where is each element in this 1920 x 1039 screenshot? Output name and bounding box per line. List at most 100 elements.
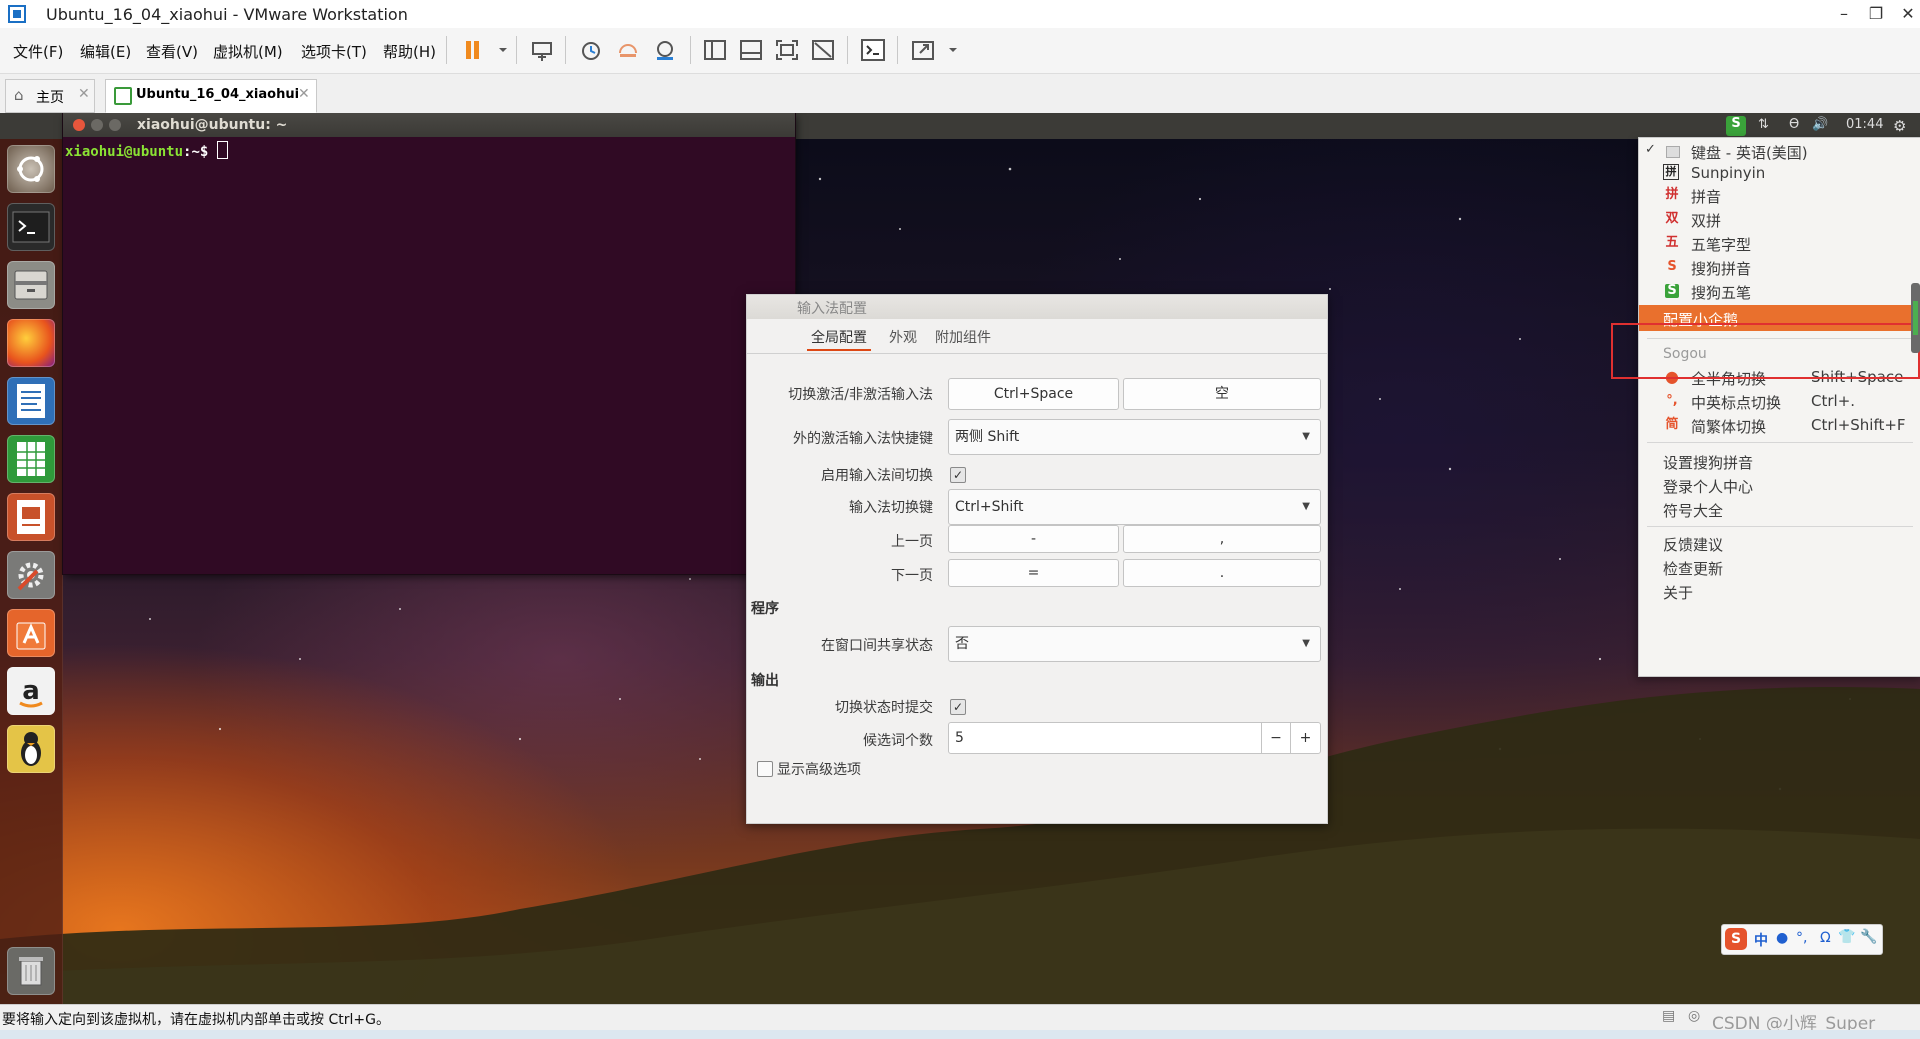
volume-icon[interactable]: 🔊 xyxy=(1812,117,1828,135)
tab-home[interactable]: ⌂ 主页 ✕ xyxy=(5,79,95,113)
menu-item-label: 关于 xyxy=(1663,584,1694,602)
show-advanced-checkbox[interactable] xyxy=(757,761,773,777)
gear-icon[interactable]: ⚙ xyxy=(1893,117,1906,135)
snapshot-manager-icon[interactable] xyxy=(652,37,678,63)
menu-edit[interactable]: 编辑(E) xyxy=(80,41,131,62)
sogou-tray-icon[interactable]: S xyxy=(1726,116,1746,136)
switch-key-select[interactable]: Ctrl+Shift ▼ xyxy=(948,489,1321,525)
menu-item-symbols[interactable]: 符号大全 xyxy=(1639,498,1920,522)
tab-vm[interactable]: Ubuntu_16_04_xiaohui ✕ xyxy=(105,79,317,113)
console-view-icon[interactable] xyxy=(860,37,886,63)
stepper-plus-button[interactable]: + xyxy=(1290,723,1320,753)
minimize-icon[interactable] xyxy=(91,119,103,131)
thumbnail-view-icon[interactable] xyxy=(738,37,764,63)
library-view-icon[interactable] xyxy=(702,37,728,63)
tab-addons[interactable]: 附加组件 xyxy=(935,327,991,347)
menu-item-login[interactable]: 登录个人中心 xyxy=(1639,474,1920,498)
commit-on-switch-checkbox[interactable]: ✓ xyxy=(950,699,966,715)
menu-tabs[interactable]: 选项卡(T) xyxy=(301,41,367,62)
menu-item-keyboard-en-us[interactable]: ✓ 键盘 - 英语(美国) xyxy=(1639,140,1920,164)
candidate-count-value[interactable]: 5 xyxy=(955,723,964,753)
menu-vm[interactable]: 虚拟机(M) xyxy=(213,41,283,62)
edge-handle[interactable] xyxy=(1911,283,1920,353)
system-settings-icon[interactable] xyxy=(7,551,55,599)
close-button[interactable]: ✕ xyxy=(1892,0,1920,28)
restore-button[interactable]: ❐ xyxy=(1860,0,1892,28)
chinese-mode-toggle[interactable]: 中 xyxy=(1754,930,1768,950)
next-page-key-1-button[interactable]: = xyxy=(948,559,1119,587)
minimize-button[interactable]: – xyxy=(1828,0,1860,28)
maximize-icon[interactable] xyxy=(109,119,121,131)
chevron-down-icon[interactable] xyxy=(490,37,507,63)
chevron-down-icon[interactable] xyxy=(940,37,957,63)
menu-item-sogou-pinyin[interactable]: S 搜狗拼音 xyxy=(1639,256,1920,280)
wrench-icon[interactable]: 🔧 xyxy=(1860,929,1877,945)
menu-item-check-update[interactable]: 检查更新 xyxy=(1639,556,1920,580)
menu-item-label: 检查更新 xyxy=(1663,560,1724,578)
close-icon[interactable]: ✕ xyxy=(78,86,90,102)
calc-app-icon[interactable] xyxy=(7,435,55,483)
tab-appearance[interactable]: 外观 xyxy=(889,327,917,347)
firefox-app-icon[interactable] xyxy=(7,319,55,367)
symbol-icon[interactable]: Ω xyxy=(1820,930,1831,946)
bluetooth-icon[interactable]: Ѳ xyxy=(1789,117,1799,135)
activate-key-2-button[interactable]: 空 xyxy=(1123,378,1321,410)
sogou-logo-icon[interactable]: S xyxy=(1725,928,1747,950)
clock[interactable]: 01:44 xyxy=(1846,117,1883,135)
trash-icon[interactable] xyxy=(7,947,55,995)
menu-item-feedback[interactable]: 反馈建议 xyxy=(1639,532,1920,556)
hdd-icon[interactable]: ▤ xyxy=(1662,1008,1675,1024)
dialog-titlebar[interactable]: 输入法配置 xyxy=(747,295,1327,319)
menu-item-sogou-wubi[interactable]: S 搜狗五笔 xyxy=(1639,280,1920,304)
next-page-key-2-button[interactable]: . xyxy=(1123,559,1321,587)
terminal-prompt-line[interactable]: xiaohui@ubuntu:~$ xyxy=(65,141,228,160)
terminal-titlebar[interactable]: xiaohui@ubuntu: ~ xyxy=(63,113,795,137)
menu-item-wubi[interactable]: 五 五笔字型 xyxy=(1639,232,1920,256)
skin-icon[interactable]: 👕 xyxy=(1838,929,1855,945)
stretch-guest-icon[interactable] xyxy=(910,37,936,63)
terminal-app-icon[interactable] xyxy=(7,203,55,251)
prev-page-key-2-button[interactable]: , xyxy=(1123,525,1321,553)
unity-mode-icon[interactable] xyxy=(810,37,836,63)
share-state-select[interactable]: 否 ▼ xyxy=(948,626,1321,662)
cd-icon[interactable]: ◎ xyxy=(1688,1008,1700,1024)
network-icon[interactable]: ⇅ xyxy=(1758,117,1769,135)
stepper-minus-button[interactable]: − xyxy=(1261,723,1290,753)
snapshot-icon[interactable] xyxy=(578,37,604,63)
candidate-count-stepper[interactable]: 5 − + xyxy=(948,722,1321,754)
terminal-window[interactable]: xiaohui@ubuntu: ~ xiaohui@ubuntu:~$ xyxy=(63,113,795,574)
vm-display[interactable]: S ⇅ Ѳ 🔊 01:44 ⚙ a xiaohui@ubuntu: ~ xiao… xyxy=(0,113,1920,1004)
prev-page-key-1-button[interactable]: - xyxy=(948,525,1119,553)
menu-item-about[interactable]: 关于 xyxy=(1639,580,1920,604)
impress-app-icon[interactable] xyxy=(7,493,55,541)
ime-config-dialog[interactable]: 输入法配置 全局配置 外观 附加组件 切换激活/非激活输入法 Ctrl+Spac… xyxy=(746,294,1328,824)
close-icon[interactable] xyxy=(73,119,85,131)
menu-item-sogou-settings[interactable]: 设置搜狗拼音 xyxy=(1639,450,1920,474)
punctuation-toggle-icon[interactable]: °, xyxy=(1796,930,1807,946)
menu-file[interactable]: 文件(F) xyxy=(13,41,63,62)
ubuntu-dash-icon[interactable] xyxy=(7,145,55,193)
files-app-icon[interactable] xyxy=(7,261,55,309)
send-keys-icon[interactable] xyxy=(529,37,555,63)
menu-item-simp-trad-toggle[interactable]: 简 简繁体切换 Ctrl+Shift+F xyxy=(1639,414,1920,438)
menu-item-shuangpin[interactable]: 双 双拼 xyxy=(1639,208,1920,232)
sogou-status-bar[interactable]: S 中 ● °, Ω 👕 🔧 xyxy=(1721,924,1883,955)
revert-snapshot-icon[interactable] xyxy=(615,37,641,63)
enable-switch-checkbox[interactable]: ✓ xyxy=(950,467,966,483)
menu-help[interactable]: 帮助(H) xyxy=(383,41,436,62)
menu-item-sunpinyin[interactable]: 拼 Sunpinyin xyxy=(1639,162,1920,186)
menu-view[interactable]: 查看(V) xyxy=(146,41,198,62)
activate-key-1-button[interactable]: Ctrl+Space xyxy=(948,378,1119,410)
menu-item-pinyin[interactable]: 拼 拼音 xyxy=(1639,184,1920,208)
ubuntu-software-icon[interactable] xyxy=(7,609,55,657)
menu-item-punctuation-toggle[interactable]: °, 中英标点切换 Ctrl+. xyxy=(1639,390,1920,414)
fullwidth-toggle-icon[interactable]: ● xyxy=(1776,930,1788,946)
tux-app-icon[interactable] xyxy=(7,725,55,773)
extra-activate-select[interactable]: 两侧 Shift ▼ xyxy=(948,419,1321,455)
pause-icon[interactable] xyxy=(460,37,486,63)
close-icon[interactable]: ✕ xyxy=(298,86,310,102)
amazon-icon[interactable]: a xyxy=(7,667,55,715)
writer-app-icon[interactable] xyxy=(7,377,55,425)
tab-global-config[interactable]: 全局配置 xyxy=(807,325,871,351)
fullscreen-icon[interactable] xyxy=(774,37,800,63)
